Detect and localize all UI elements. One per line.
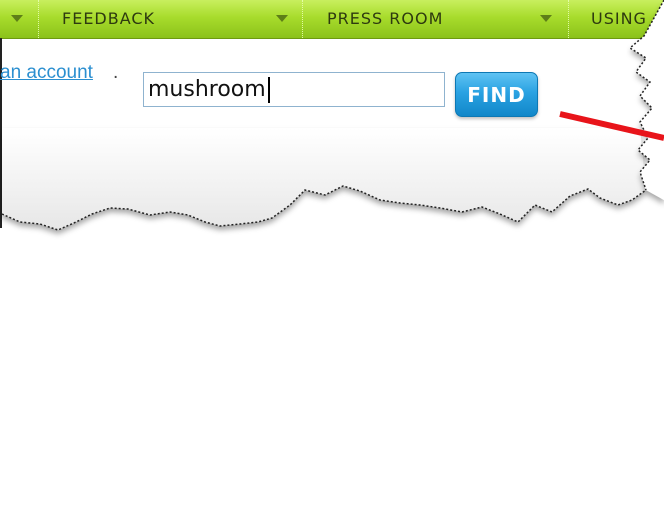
- torn-paper-band: [2, 128, 646, 230]
- torn-edge-overlay: [1, 0, 664, 231]
- screenshot-stage: FEEDBACK PRESS ROOM USING an account . F…: [0, 0, 664, 526]
